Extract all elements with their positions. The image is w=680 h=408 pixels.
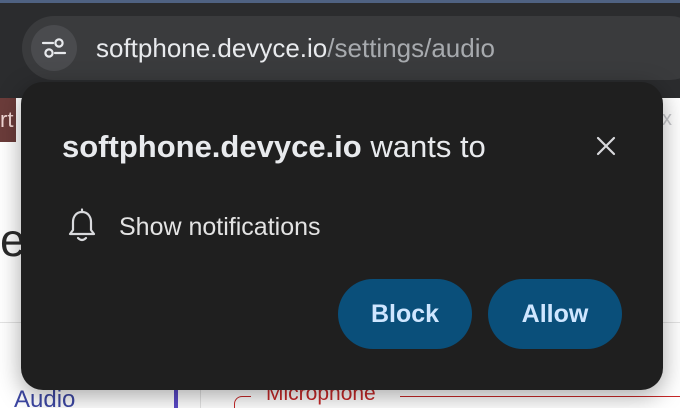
prompt-title: softphone.devyce.io wants to	[62, 126, 486, 168]
close-icon	[596, 136, 616, 156]
window-accent-bar	[0, 0, 680, 3]
url-path: /settings/audio	[327, 33, 495, 63]
prompt-title-suffix: wants to	[361, 129, 486, 164]
page-heading-fragment: et	[0, 214, 22, 266]
url-text[interactable]: softphone.devyce.io/settings/audio	[96, 30, 495, 66]
prompt-origin: softphone.devyce.io	[62, 129, 362, 164]
bell-icon	[68, 208, 96, 242]
fieldset-border	[234, 396, 251, 408]
url-host: softphone.devyce.io	[96, 33, 328, 63]
screen: softphone.devyce.io/settings/audio rt x …	[0, 0, 680, 408]
allow-button[interactable]: Allow	[488, 279, 622, 349]
background-tab-fragment: rt	[0, 98, 16, 142]
background-close-glyph: x	[662, 108, 672, 130]
close-button[interactable]	[588, 128, 624, 164]
site-info-button[interactable]	[31, 25, 77, 71]
permission-label: Show notifications	[119, 213, 321, 241]
block-button[interactable]: Block	[338, 279, 472, 349]
tune-sliders-icon	[41, 38, 67, 58]
fieldset-border-line	[400, 396, 680, 397]
